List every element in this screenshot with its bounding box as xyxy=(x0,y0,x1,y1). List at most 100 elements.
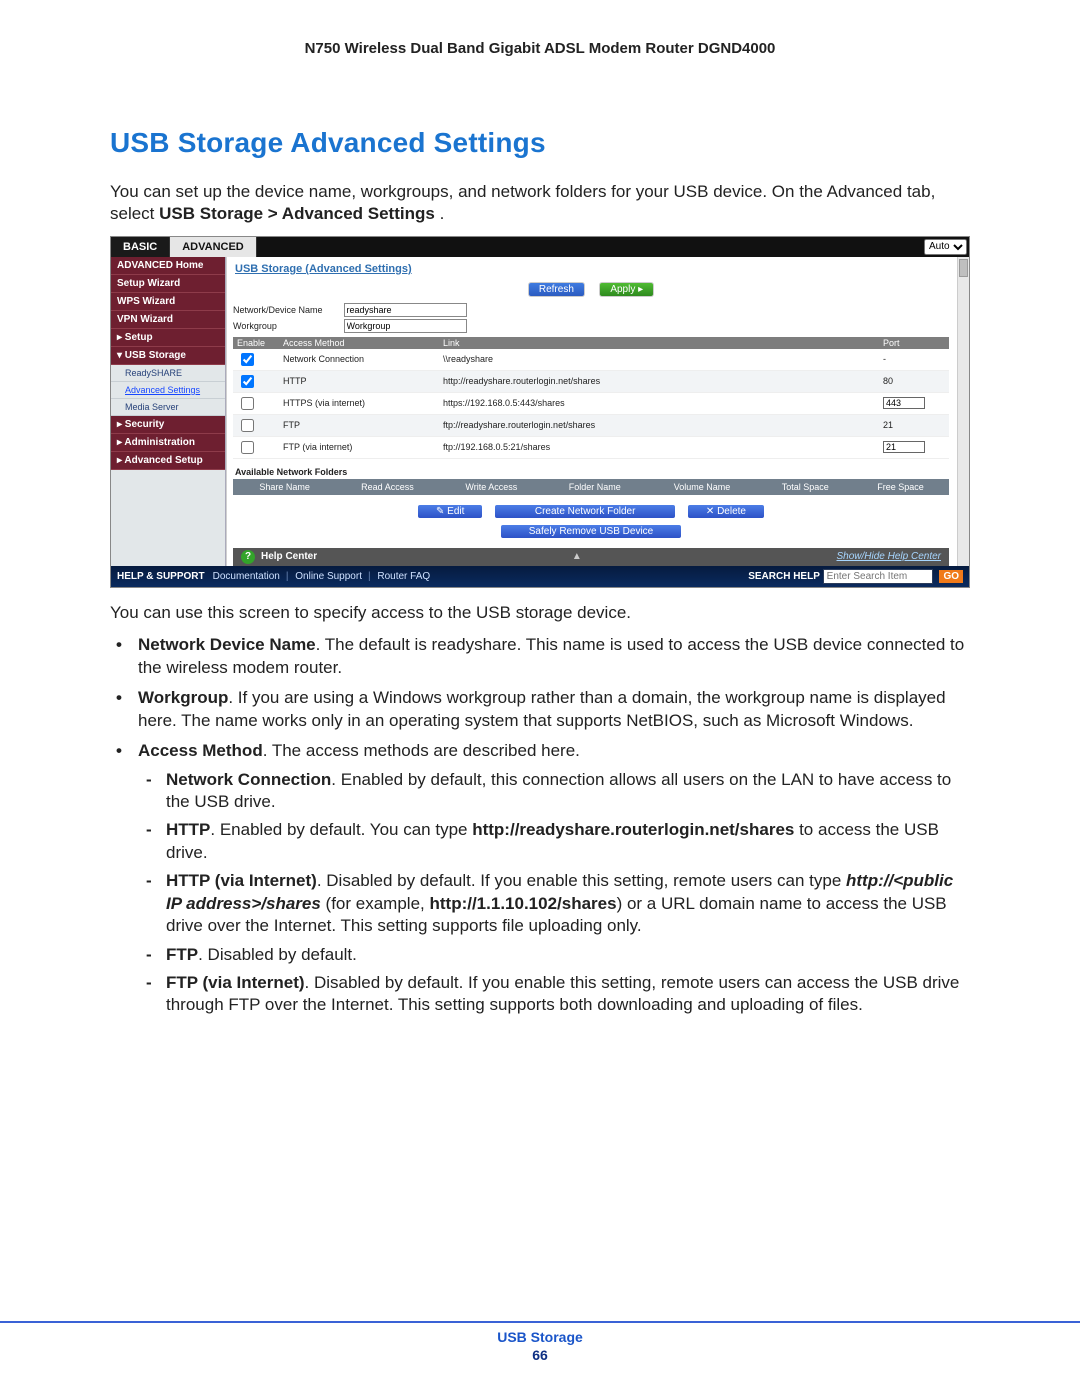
search-help-input[interactable] xyxy=(823,569,933,584)
table-row: FTP ftp://readyshare.routerlogin.net/sha… xyxy=(233,414,949,436)
method-cell: Network Connection xyxy=(279,349,439,371)
list-item: Workgroup. If you are using a Windows wo… xyxy=(110,687,970,732)
method-cell: HTTPS (via internet) xyxy=(279,392,439,414)
table-row: FTP (via internet) ftp://192.168.0.5:21/… xyxy=(233,436,949,458)
sidebar-item-advanced-setup[interactable]: ▸ Advanced Setup xyxy=(111,452,225,470)
sidebar-sub-readyshare[interactable]: ReadySHARE xyxy=(111,365,225,382)
list-item: Network Device Name. The default is read… xyxy=(110,634,970,679)
footer-title: USB Storage xyxy=(0,1329,1080,1345)
pencil-icon: ✎ xyxy=(436,506,447,517)
tab-basic[interactable]: BASIC xyxy=(111,237,170,257)
access-methods-table: Enable Access Method Link Port Network C… xyxy=(233,337,949,459)
col-method: Access Method xyxy=(279,337,439,349)
sidebar-item-usb-storage[interactable]: ▾ USB Storage xyxy=(111,347,225,365)
term: Workgroup xyxy=(138,688,228,707)
term: Access Method xyxy=(138,741,263,760)
question-icon: ? xyxy=(241,550,255,564)
link-router-faq[interactable]: Router FAQ xyxy=(377,571,430,582)
sublist-item: HTTP. Enabled by default. You can type h… xyxy=(138,819,970,864)
sidebar-item-administration[interactable]: ▸ Administration xyxy=(111,434,225,452)
pane-title: USB Storage (Advanced Settings) xyxy=(235,263,949,275)
col-enable: Enable xyxy=(233,337,279,349)
folders-col: Folder Name xyxy=(544,481,646,493)
sidebar-item-setup[interactable]: ▸ Setup xyxy=(111,329,225,347)
enable-http[interactable] xyxy=(241,375,254,388)
folders-heading: Available Network Folders xyxy=(235,467,949,477)
nav-sidebar: ADVANCED Home Setup Wizard WPS Wizard VP… xyxy=(111,257,226,566)
folders-col: Total Space xyxy=(758,481,852,493)
refresh-button[interactable]: Refresh xyxy=(529,283,584,296)
intro-tail: . xyxy=(440,204,445,223)
method-cell: FTP (via internet) xyxy=(279,436,439,458)
sidebar-sub-media-server[interactable]: Media Server xyxy=(111,399,225,416)
help-support-strip: HELP & SUPPORT Documentation| Online Sup… xyxy=(111,566,969,587)
sublist-item: FTP (via Internet). Disabled by default.… xyxy=(138,972,970,1017)
port-cell: 21 xyxy=(879,414,949,436)
sublist-item: HTTP (via Internet). Disabled by default… xyxy=(138,870,970,937)
sidebar-item-wps-wizard[interactable]: WPS Wizard xyxy=(111,293,225,311)
footer-page-number: 66 xyxy=(0,1347,1080,1363)
after-shot-paragraph: You can use this screen to specify acces… xyxy=(110,602,970,624)
col-port: Port xyxy=(879,337,949,349)
sidebar-item-advanced-home[interactable]: ADVANCED Home xyxy=(111,257,225,275)
sidebar-sub-advanced-settings[interactable]: Advanced Settings xyxy=(111,382,225,399)
folders-table: Share Name Read Access Write Access Fold… xyxy=(233,479,949,495)
apply-button[interactable]: Apply ▸ xyxy=(600,283,653,296)
doc-header: N750 Wireless Dual Band Gigabit ADSL Mod… xyxy=(110,40,970,57)
enable-network-connection[interactable] xyxy=(241,353,254,366)
tab-advanced[interactable]: ADVANCED xyxy=(170,237,257,257)
table-row: HTTPS (via internet) https://192.168.0.5… xyxy=(233,392,949,414)
sublist-item: FTP. Disabled by default. xyxy=(138,944,970,966)
help-center-bar[interactable]: ?Help Center ▲ Show/Hide Help Center xyxy=(233,548,949,566)
enable-https-internet[interactable] xyxy=(241,397,254,410)
breadcrumb-path: USB Storage > Advanced Settings xyxy=(159,204,435,223)
chevron-up-icon[interactable]: ▲ xyxy=(572,551,582,562)
tab-bar: BASIC ADVANCED Auto xyxy=(111,237,969,257)
port-input-ftp[interactable] xyxy=(883,441,925,453)
workgroup-input[interactable] xyxy=(344,319,467,333)
link-cell: \\readyshare xyxy=(439,349,879,371)
enable-ftp[interactable] xyxy=(241,419,254,432)
link-cell: ftp://readyshare.routerlogin.net/shares xyxy=(439,414,879,436)
folders-col: Share Name xyxy=(235,481,334,493)
link-online-support[interactable]: Online Support xyxy=(295,571,362,582)
col-link: Link xyxy=(439,337,879,349)
delete-button[interactable]: ✕ Delete xyxy=(688,505,764,518)
section-heading: USB Storage Advanced Settings xyxy=(110,127,970,159)
list-item: Access Method. The access methods are de… xyxy=(110,740,970,1017)
edit-button[interactable]: ✎ Edit xyxy=(418,505,482,518)
search-help-label: SEARCH HELP xyxy=(748,571,820,582)
sidebar-item-security[interactable]: ▸ Security xyxy=(111,416,225,434)
sublist-item: Network Connection. Enabled by default, … xyxy=(138,769,970,814)
device-name-input[interactable] xyxy=(344,303,467,317)
sidebar-item-setup-wizard[interactable]: Setup Wizard xyxy=(111,275,225,293)
link-documentation[interactable]: Documentation xyxy=(213,571,280,582)
intro-paragraph: You can set up the device name, workgrou… xyxy=(110,181,970,226)
term: Network Device Name xyxy=(138,635,316,654)
workgroup-label: Workgroup xyxy=(233,321,341,331)
auto-refresh-select[interactable]: Auto xyxy=(924,237,969,257)
port-input-https[interactable] xyxy=(883,397,925,409)
link-cell: ftp://192.168.0.5:21/shares xyxy=(439,436,879,458)
link-cell: https://192.168.0.5:443/shares xyxy=(439,392,879,414)
create-folder-button[interactable]: Create Network Folder xyxy=(495,505,676,518)
port-cell: - xyxy=(879,349,949,371)
help-support-label: HELP & SUPPORT xyxy=(117,571,205,582)
help-toggle-link[interactable]: Show/Hide Help Center xyxy=(837,551,942,562)
table-row: HTTP http://readyshare.routerlogin.net/s… xyxy=(233,370,949,392)
safely-remove-button[interactable]: Safely Remove USB Device xyxy=(501,525,681,538)
sidebar-item-vpn-wizard[interactable]: VPN Wizard xyxy=(111,311,225,329)
page-footer: USB Storage 66 xyxy=(0,1281,1080,1363)
close-icon: ✕ xyxy=(706,506,717,517)
folders-col: Write Access xyxy=(441,481,542,493)
table-row: Network Connection \\readyshare - xyxy=(233,349,949,371)
description-list: Network Device Name. The default is read… xyxy=(110,634,970,1017)
folders-col: Volume Name xyxy=(648,481,757,493)
folders-col: Free Space xyxy=(854,481,947,493)
link-cell: http://readyshare.routerlogin.net/shares xyxy=(439,370,879,392)
scrollbar[interactable] xyxy=(957,257,969,566)
enable-ftp-internet[interactable] xyxy=(241,441,254,454)
folders-col: Read Access xyxy=(336,481,438,493)
go-button[interactable]: GO xyxy=(939,570,963,583)
device-name-label: Network/Device Name xyxy=(233,305,341,315)
